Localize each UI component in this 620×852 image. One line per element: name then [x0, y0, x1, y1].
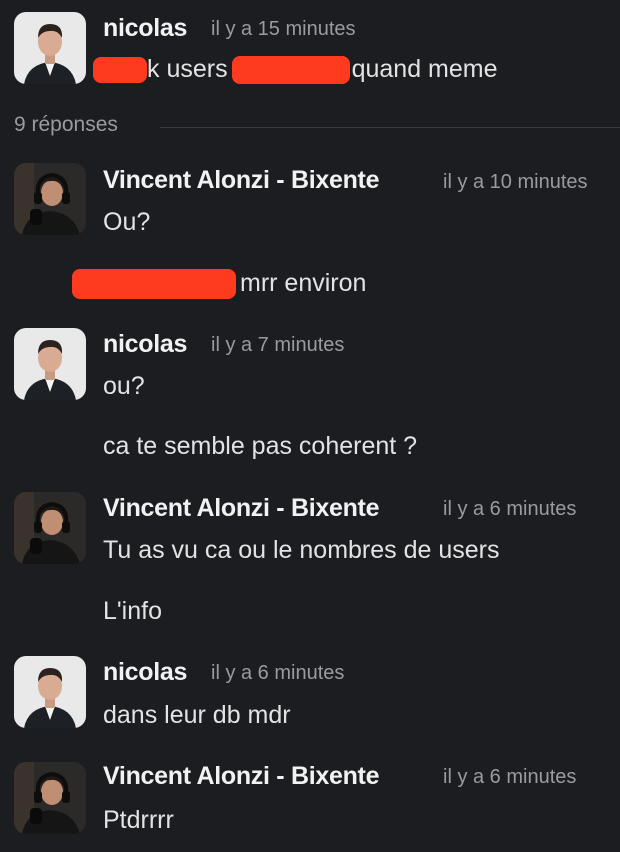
message-text: mrr environ — [72, 269, 366, 300]
avatar[interactable] — [14, 656, 86, 728]
author-name[interactable]: Vincent Alonzi - Bixente — [103, 166, 379, 195]
author-name[interactable]: nicolas — [103, 330, 187, 359]
reply-count[interactable]: 9 réponses — [14, 113, 118, 137]
timestamp[interactable]: il y a 6 minutes — [443, 498, 576, 521]
message-text: dans leur db mdr — [103, 701, 291, 729]
avatar[interactable] — [14, 492, 86, 564]
redaction-mark — [93, 57, 147, 84]
avatar[interactable] — [14, 328, 86, 400]
timestamp[interactable]: il y a 10 minutes — [443, 171, 588, 194]
author-name[interactable]: nicolas — [103, 14, 187, 43]
author-name[interactable]: Vincent Alonzi - Bixente — [103, 494, 379, 523]
avatar[interactable] — [14, 12, 86, 84]
message-text: k users quand meme — [93, 55, 498, 85]
redaction-mark — [231, 56, 350, 85]
message-text: Tu as vu ca ou le nombres de users — [103, 536, 500, 564]
avatar[interactable] — [14, 762, 86, 834]
message-text: ca te semble pas coherent ? — [103, 432, 418, 460]
author-name[interactable]: nicolas — [103, 658, 187, 687]
author-name[interactable]: Vincent Alonzi - Bixente — [103, 762, 379, 791]
message-text: L'info — [103, 597, 162, 625]
message-text: Ptdrrrr — [103, 806, 174, 834]
message-text: Ou? — [103, 208, 151, 236]
timestamp[interactable]: il y a 7 minutes — [211, 334, 344, 357]
timestamp[interactable]: il y a 6 minutes — [211, 662, 344, 685]
timestamp[interactable]: il y a 6 minutes — [443, 766, 576, 789]
redaction-mark — [72, 269, 236, 300]
message-text: ou? — [103, 372, 145, 400]
avatar[interactable] — [14, 163, 86, 235]
divider — [160, 127, 620, 128]
timestamp[interactable]: il y a 15 minutes — [211, 18, 356, 41]
